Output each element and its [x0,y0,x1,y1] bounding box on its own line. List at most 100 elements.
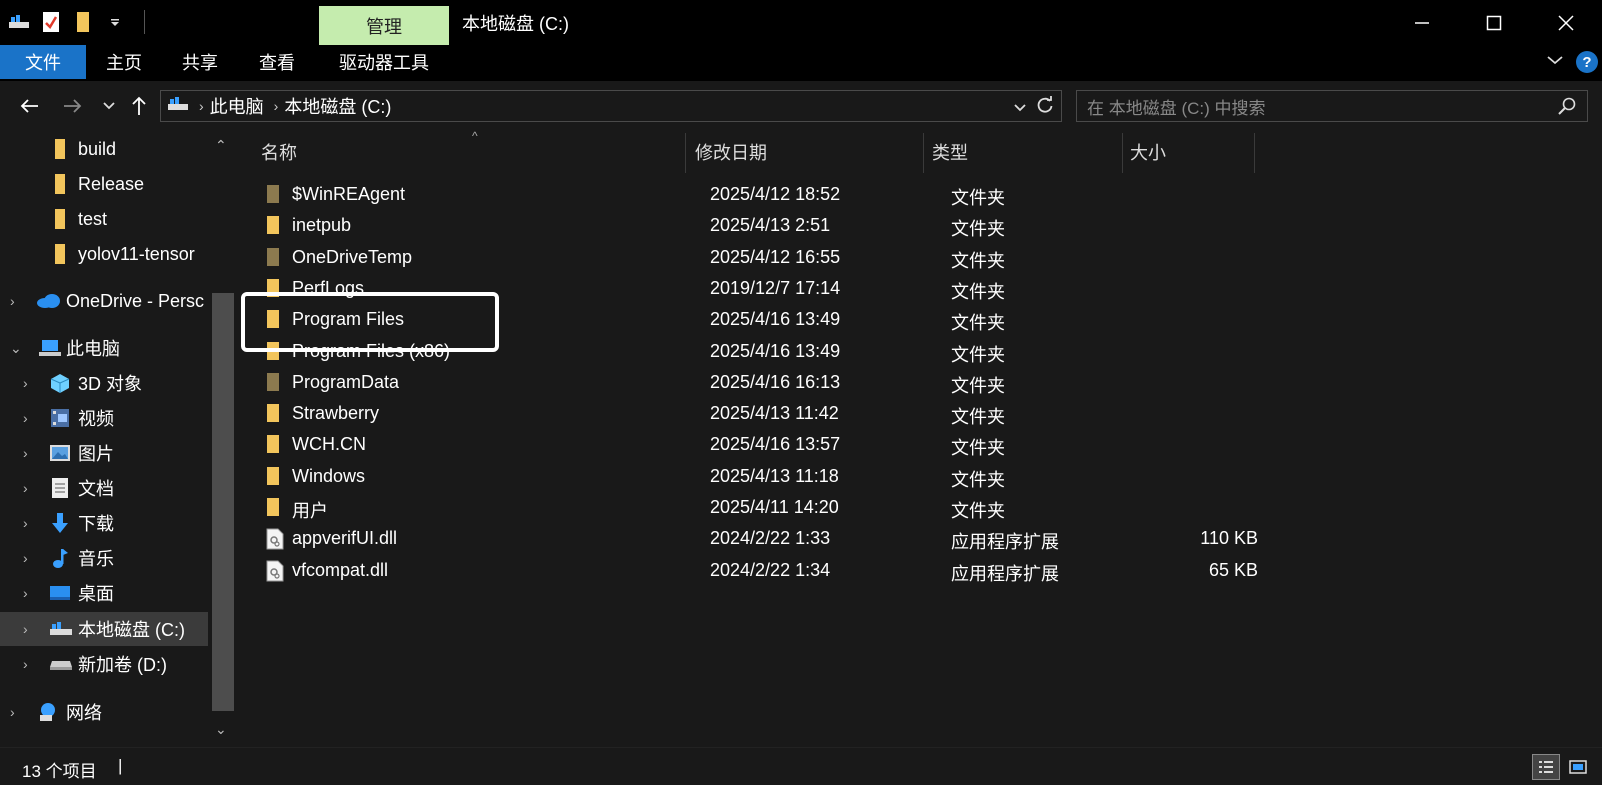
tab-share[interactable]: 共享 [162,45,238,79]
file-row[interactable]: inetpub 2025/4/13 2:51 文件夹 [240,210,1602,241]
collapse-chevron-icon[interactable]: ⌄ [10,340,22,357]
maximize-button[interactable] [1458,0,1530,45]
file-modified-date: 2025/4/16 13:57 [710,434,841,455]
column-header-date[interactable]: 修改日期 [695,131,923,173]
nav-item-yolov11-tensor[interactable]: yolov11-tensor [0,237,208,271]
address-history-chevron-icon[interactable] [1013,97,1027,118]
nav-item-network[interactable]: › 网络 [0,695,208,729]
nav-item-desktop[interactable]: › 桌面 [0,576,208,610]
expand-chevron-icon[interactable]: › [23,445,28,461]
file-type: 文件夹 [951,188,1005,208]
column-divider[interactable] [685,133,686,173]
file-row[interactable]: $WinREAgent 2025/4/12 18:52 文件夹 [240,179,1602,210]
properties-icon[interactable] [40,11,62,33]
folder-icon [266,466,284,486]
nav-item-onedrive[interactable]: › OneDrive - Persc [0,284,208,318]
file-row[interactable]: Windows 2025/4/13 11:18 文件夹 [240,461,1602,492]
nav-item-this-pc[interactable]: ⌄ 此电脑 [0,331,208,365]
file-row[interactable]: 用户 2025/4/11 14:20 文件夹 [240,492,1602,523]
nav-item-videos[interactable]: › 视频 [0,401,208,435]
file-type: 文件夹 [951,344,1005,365]
help-icon[interactable]: ? [1576,51,1598,73]
nav-item-new-volume-d[interactable]: › 新加卷 (D:) [0,647,208,681]
file-row[interactable]: appverifUI.dll 2024/2/22 1:33 应用程序扩展 110 KB [240,523,1602,554]
column-divider[interactable] [1122,133,1123,173]
details-view-icon[interactable] [1532,754,1560,780]
breadcrumb-local-disk[interactable]: 本地磁盘 (C:) [284,93,391,119]
expand-chevron-icon[interactable]: › [23,515,28,531]
expand-chevron-icon[interactable]: › [23,410,28,426]
up-button[interactable] [124,91,154,121]
breadcrumb-separator-icon[interactable]: › [274,98,279,114]
file-row[interactable]: vfcompat.dll 2024/2/22 1:34 应用程序扩展 65 KB [240,555,1602,586]
search-box[interactable]: 在 本地磁盘 (C:) 中搜索 [1076,90,1588,122]
nav-item-release[interactable]: Release [0,167,208,201]
file-row[interactable]: OneDriveTemp 2025/4/12 16:55 文件夹 [240,242,1602,273]
nav-item-3d-objects[interactable]: › 3D 对象 [0,366,208,400]
expand-chevron-icon[interactable]: › [23,375,28,391]
nav-item-pictures[interactable]: › 图片 [0,436,208,470]
customize-qat-icon[interactable] [104,11,126,33]
file-name: Program Files [292,309,405,330]
nav-item-music[interactable]: › 音乐 [0,541,208,575]
folder-icon [266,434,284,454]
breadcrumb-this-pc[interactable]: 此电脑 [210,93,264,119]
scroll-down-chevron-icon[interactable]: ⌄ [215,721,227,738]
scrollbar-thumb[interactable] [212,293,234,711]
expand-chevron-icon[interactable]: › [23,585,28,601]
file-type: 应用程序扩展 [951,532,1059,553]
breadcrumb-separator-icon[interactable]: › [199,98,204,114]
nav-item-documents[interactable]: › 文档 [0,471,208,505]
back-button[interactable] [14,91,44,121]
expand-chevron-icon[interactable]: › [23,550,28,566]
folder-icon [49,208,71,230]
expand-chevron-icon[interactable]: › [10,293,15,309]
column-header-type[interactable]: 类型 [932,131,1122,173]
close-button[interactable] [1530,0,1602,45]
file-row[interactable]: WCH.CN 2025/4/16 13:57 文件夹 [240,429,1602,460]
minimize-button[interactable] [1386,0,1458,45]
tab-manage[interactable]: 管理 [319,6,449,45]
column-header-size[interactable]: 大小 [1130,131,1254,173]
tab-home[interactable]: 主页 [86,45,162,79]
large-icons-view-icon[interactable] [1564,754,1592,780]
file-type: 文件夹 [951,501,1005,521]
address-bar[interactable]: › 此电脑 › 本地磁盘 (C:) [160,90,1062,122]
forward-button[interactable] [58,91,88,121]
file-row[interactable]: PerfLogs 2019/12/7 17:14 文件夹 [240,273,1602,304]
recent-locations-chevron-icon[interactable] [94,91,124,121]
search-icon[interactable] [1557,96,1577,121]
tab-view[interactable]: 查看 [238,45,316,79]
nav-item-label: 网络 [66,703,102,723]
expand-chevron-icon[interactable]: › [23,656,28,672]
column-divider[interactable] [1254,133,1255,173]
drive-app-icon[interactable] [8,11,30,33]
column-header-name[interactable]: 名称 [261,131,685,173]
nav-pane-scrollbar[interactable]: ⌃ ⌄ [210,131,236,747]
expand-ribbon-chevron-icon[interactable] [1546,53,1564,71]
file-type: 应用程序扩展 [951,563,1059,584]
refresh-icon[interactable] [1035,95,1055,120]
window-title: 本地磁盘 (C:) [462,14,569,34]
nav-item-build[interactable]: build [0,132,208,166]
file-row[interactable]: Program Files (x86) 2025/4/16 13:49 文件夹 [240,336,1602,367]
qat-separator [144,10,145,34]
tab-file[interactable]: 文件 [0,45,86,79]
nav-item-test[interactable]: test [0,202,208,236]
expand-chevron-icon[interactable]: › [10,704,15,720]
scroll-up-chevron-icon[interactable]: ⌃ [215,137,227,154]
file-name: vfcompat.dll [292,559,389,580]
nav-item-local-disk-c[interactable]: › 本地磁盘 (C:) [0,612,208,646]
expand-chevron-icon[interactable]: › [23,621,28,637]
expand-chevron-icon[interactable]: › [23,480,28,496]
file-modified-date: 2025/4/12 18:52 [710,184,841,204]
file-modified-date: 2024/2/22 1:33 [710,528,831,549]
file-row[interactable]: Program Files 2025/4/16 13:49 文件夹 [240,304,1602,335]
file-row[interactable]: ProgramData 2025/4/16 16:13 文件夹 [240,367,1602,398]
nav-item-downloads[interactable]: › 下载 [0,506,208,540]
new-folder-icon[interactable] [72,11,94,33]
navigation-pane: build Release test yolov11-tensor › OneD… [0,131,237,747]
file-row[interactable]: Strawberry 2025/4/13 11:42 文件夹 [240,398,1602,429]
tab-drive-tools[interactable]: 驱动器工具 [319,45,449,79]
column-divider[interactable] [923,133,924,173]
